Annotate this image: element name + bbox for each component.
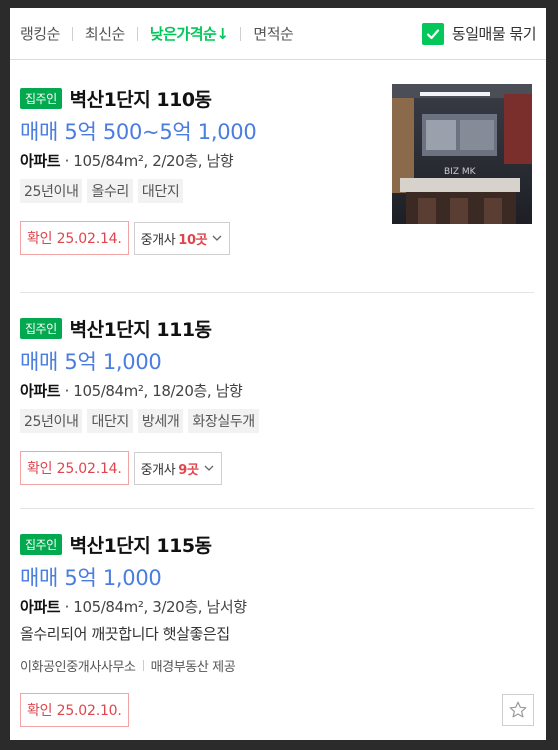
listing-title[interactable]: 벽산1단지 110동: [70, 85, 212, 112]
listing-spec: 아파트 · 105/84m², 18/20층, 남향: [20, 380, 534, 401]
tag: 화장실두개: [188, 409, 259, 433]
sort-separator: [136, 26, 138, 41]
listing-card[interactable]: 집주인 벽산1단지 115동 매매 5억 1,000 아파트 · 105/84m…: [20, 530, 534, 727]
listing-description: 올수리되어 깨끗합니다 햇살좋은집: [20, 625, 230, 643]
property-type: 아파트: [20, 152, 61, 170]
sort-area[interactable]: 면적순: [253, 23, 293, 44]
listing-card[interactable]: 집주인 벽산1단지 110동 매매 5억 500~5억 1,000 아파트 · …: [20, 84, 534, 255]
agency-separator: [142, 660, 144, 671]
tag: 대단지: [137, 179, 184, 203]
listing-divider: [20, 292, 534, 293]
tag: 방세개: [137, 409, 184, 433]
tag: 25년이내: [20, 409, 83, 433]
sort-bar: 랭킹순 최신순 낮은가격순↓ 면적순 동일매물 묶기: [10, 8, 546, 60]
listing-title[interactable]: 벽산1단지 115동: [70, 531, 212, 558]
confirm-date: 확인 25.02.14.: [20, 221, 129, 255]
owner-badge: 집주인: [20, 317, 62, 339]
kitchen-photo-image: BIZ MK: [392, 84, 532, 224]
tag-list: 25년이내 대단지 방세개 화장실두개: [20, 409, 534, 433]
agency-name[interactable]: 이화공인중개사사무소: [20, 656, 136, 675]
star-icon[interactable]: [502, 694, 534, 726]
sort-low-price[interactable]: 낮은가격순↓: [150, 23, 229, 44]
sort-separator: [71, 26, 73, 41]
group-same-listings-toggle[interactable]: 동일매물 묶기: [421, 22, 537, 45]
confirm-date: 확인 25.02.14.: [20, 451, 129, 485]
property-type: 아파트: [20, 598, 61, 616]
confirm-date: 확인 25.02.10.: [20, 693, 129, 727]
spec-detail: · 105/84m², 18/20층, 남향: [60, 382, 243, 400]
chevron-down-icon: [204, 465, 213, 471]
chevron-down-icon: [212, 235, 222, 241]
listing-photo[interactable]: BIZ MK: [392, 84, 532, 224]
tag: 25년이내: [20, 179, 83, 203]
listing-card[interactable]: 집주인 벽산1단지 111동 매매 5억 1,000 아파트 · 105/84m…: [20, 314, 534, 485]
broker-count-button[interactable]: 중개사 10곳: [133, 221, 231, 255]
sort-separator: [240, 26, 242, 41]
spec-detail: · 105/84m², 3/20층, 남서향: [60, 598, 248, 616]
listing-price: 매매 5억 1,000: [20, 566, 162, 590]
owner-badge: 집주인: [20, 533, 62, 555]
group-same-listings-label: 동일매물 묶기: [451, 25, 537, 43]
listing-panel: 랭킹순 최신순 낮은가격순↓ 면적순 동일매물 묶기 집주인 벽산1단지 110…: [10, 8, 546, 740]
owner-badge: 집주인: [20, 87, 62, 109]
photo-watermark: BIZ MK: [444, 167, 477, 177]
broker-count: 9곳: [178, 462, 199, 478]
listing-spec: 아파트 · 105/84m², 3/20층, 남서향: [20, 596, 534, 617]
listing-divider: [20, 508, 534, 509]
broker-count-button[interactable]: 중개사 9곳: [133, 451, 222, 485]
tag: 대단지: [87, 409, 133, 433]
agency-info: 이화공인중개사사무소 매경부동산 제공: [20, 656, 534, 675]
listing-title[interactable]: 벽산1단지 111동: [70, 315, 212, 342]
broker-label: 중개사: [140, 462, 176, 478]
spec-detail: · 105/84m², 2/20층, 남향: [60, 152, 234, 170]
sort-latest[interactable]: 최신순: [85, 23, 125, 44]
property-type: 아파트: [20, 382, 61, 400]
broker-count: 10곳: [178, 232, 208, 248]
check-icon[interactable]: [421, 22, 444, 45]
listing-price: 매매 5억 1,000: [20, 350, 162, 374]
tag: 올수리: [87, 179, 133, 203]
data-provider: 매경부동산 제공: [150, 660, 236, 675]
sort-ranking[interactable]: 랭킹순: [20, 23, 60, 44]
broker-label: 중개사: [140, 232, 176, 248]
